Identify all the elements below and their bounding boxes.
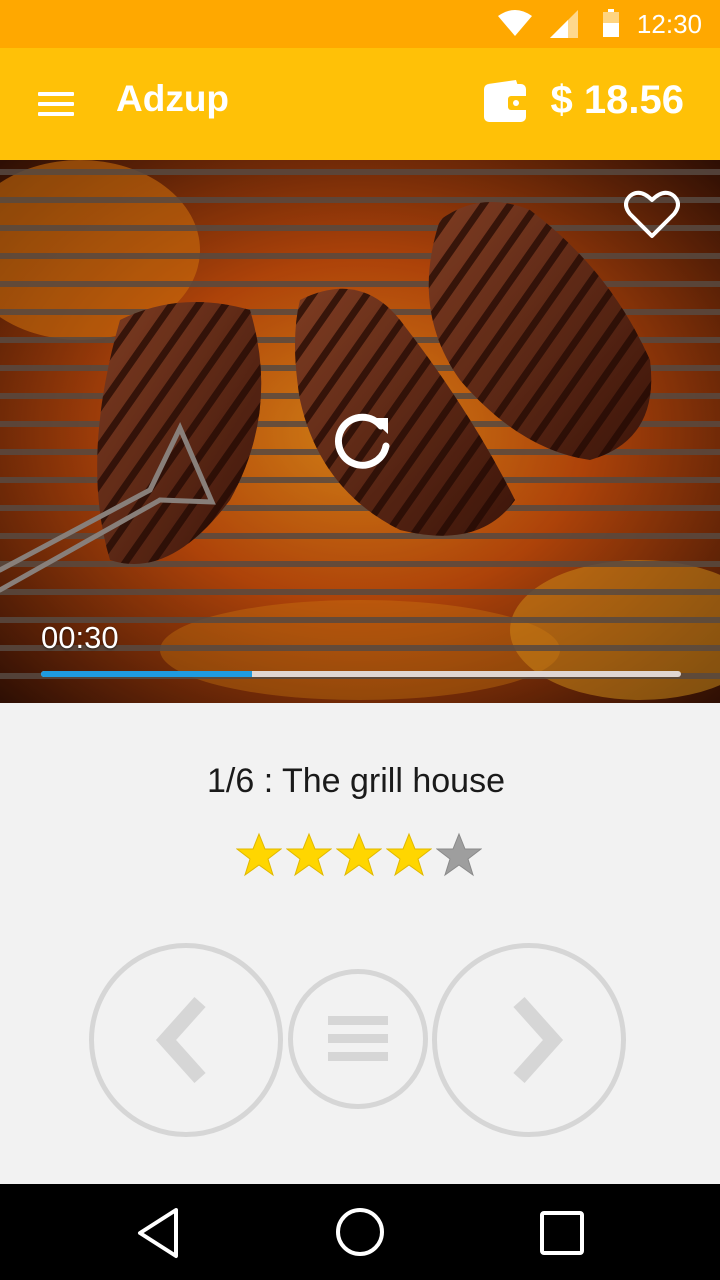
video-progress-bar[interactable] [41, 671, 681, 677]
system-nav-bar [0, 1184, 720, 1280]
battery-icon [603, 9, 619, 37]
menu-button[interactable] [26, 78, 86, 130]
star-rating[interactable] [236, 832, 486, 882]
video-player[interactable]: 00:30 [0, 160, 720, 703]
video-elapsed-time: 00:30 [41, 620, 119, 655]
next-button[interactable] [432, 943, 626, 1137]
chevron-left-icon [155, 996, 206, 1084]
star-filled-icon[interactable] [236, 832, 282, 878]
recents-square-icon[interactable] [538, 1210, 586, 1256]
star-filled-icon[interactable] [386, 832, 432, 878]
home-circle-icon[interactable] [334, 1206, 386, 1258]
star-empty-icon[interactable] [436, 832, 482, 878]
replay-icon [335, 413, 390, 469]
wallet-balance: $ 18.56 [550, 78, 684, 122]
list-button[interactable] [288, 969, 428, 1109]
star-filled-icon[interactable] [286, 832, 332, 878]
favorite-button[interactable] [624, 190, 684, 246]
wallet-button[interactable] [484, 80, 530, 126]
ad-title: 1/6 : The grill house [207, 762, 505, 800]
previous-button[interactable] [89, 943, 283, 1137]
status-bar: 12:30 [0, 0, 720, 48]
status-time: 12:30 [636, 9, 702, 39]
cell-signal-icon [550, 10, 578, 38]
star-filled-icon[interactable] [336, 832, 382, 878]
list-icon [328, 1016, 388, 1061]
heart-outline-icon [624, 190, 680, 238]
wallet-icon [484, 80, 530, 122]
chevron-right-icon [513, 996, 564, 1084]
app-bar: Adzup $ 18.56 [0, 48, 720, 160]
video-progress-fill [41, 671, 253, 677]
wifi-icon [498, 10, 532, 36]
back-triangle-icon[interactable] [134, 1206, 184, 1260]
app-title: Adzup [116, 78, 230, 119]
replay-button[interactable] [326, 404, 398, 476]
